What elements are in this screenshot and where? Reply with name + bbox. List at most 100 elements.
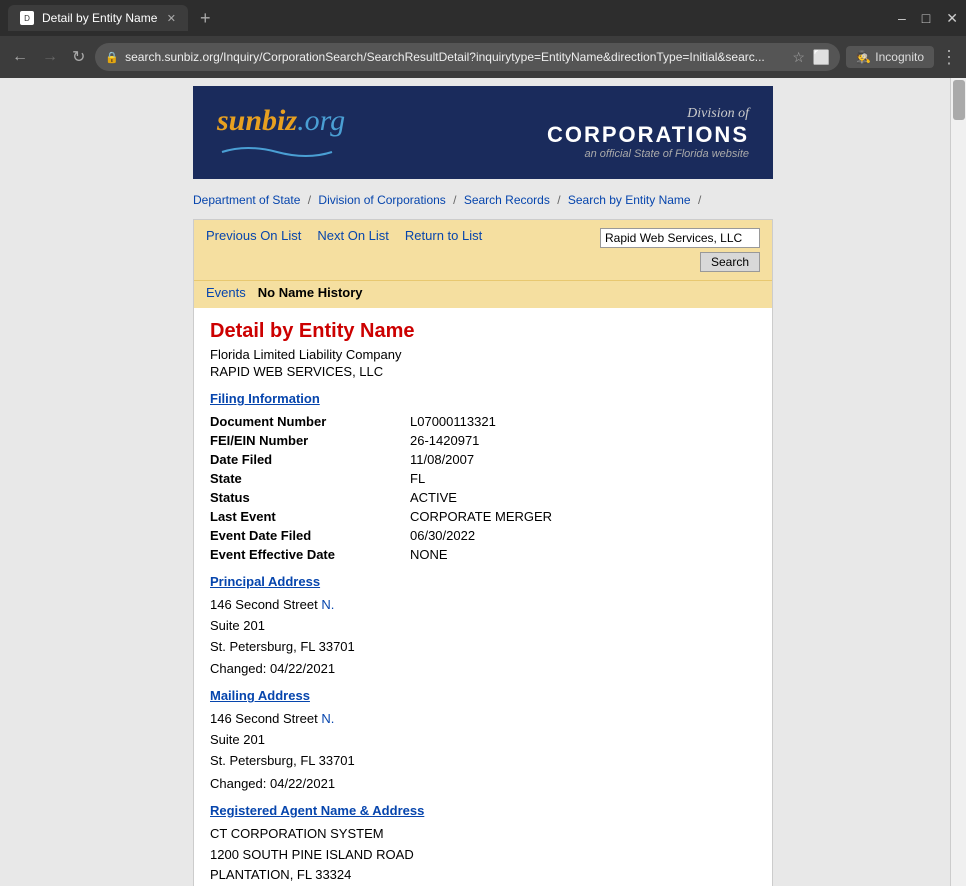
return-to-list-link[interactable]: Return to List	[405, 228, 482, 243]
back-button[interactable]: ←	[8, 44, 32, 70]
field-value: 26-1420971	[410, 431, 756, 450]
new-tab-button[interactable]: +	[200, 8, 211, 29]
breadcrumb-dept-state[interactable]: Department of State	[193, 193, 300, 207]
principal-changed: Changed: 04/22/2021	[210, 661, 756, 676]
window-controls: – □ ✕	[898, 10, 958, 27]
mailing-line1: 146 Second Street N.	[210, 709, 756, 730]
principal-section-title: Principal Address	[210, 574, 756, 589]
field-label: Event Date Filed	[210, 526, 410, 545]
field-label: Date Filed	[210, 450, 410, 469]
sunbiz-dot-org-text: .org	[297, 104, 345, 138]
division-of-text: Division of	[547, 106, 749, 122]
registered-address-block: CT CORPORATION SYSTEM 1200 SOUTH PINE IS…	[210, 824, 756, 886]
field-label: State	[210, 469, 410, 488]
field-value: NONE	[410, 545, 756, 564]
search-button[interactable]: Search	[700, 252, 760, 272]
events-row: Events No Name History	[194, 280, 772, 308]
reload-button[interactable]: ↻	[68, 43, 89, 71]
principal-line1: 146 Second Street N.	[210, 595, 756, 616]
incognito-button[interactable]: 🕵 Incognito	[846, 46, 934, 68]
sunbiz-logo-area: sunbiz .org	[217, 104, 345, 161]
table-row: Last Event CORPORATE MERGER	[210, 507, 756, 526]
field-label: Status	[210, 488, 410, 507]
field-value: 06/30/2022	[410, 526, 756, 545]
browser-titlebar: D Detail by Entity Name ✕ + – □ ✕	[0, 0, 966, 36]
tab-favicon: D	[20, 11, 34, 25]
no-name-history-text: No Name History	[258, 285, 363, 300]
tab-close-icon[interactable]: ✕	[167, 12, 176, 25]
principal-line2: Suite 201	[210, 616, 756, 637]
mailing-n-link[interactable]: N.	[321, 711, 334, 726]
page-content: sunbiz .org Division of CORPORATIONS an …	[83, 78, 883, 886]
mailing-line2: Suite 201	[210, 730, 756, 751]
search-area: Search	[600, 228, 760, 272]
table-row: Date Filed 11/08/2007	[210, 450, 756, 469]
breadcrumb-sep-4: /	[698, 193, 701, 207]
table-row: FEI/EIN Number 26-1420971	[210, 431, 756, 450]
entity-type: Florida Limited Liability Company	[210, 347, 756, 362]
field-label: Document Number	[210, 412, 410, 431]
corporations-text: CORPORATIONS	[547, 122, 749, 148]
registered-line1: CT CORPORATION SYSTEM	[210, 824, 756, 845]
profile-icon[interactable]: ⬜	[813, 49, 830, 66]
close-window-icon[interactable]: ✕	[946, 10, 958, 27]
search-input[interactable]	[600, 228, 760, 248]
mailing-changed: Changed: 04/22/2021	[210, 776, 756, 791]
sunbiz-tagline	[217, 140, 337, 161]
field-value: L07000113321	[410, 412, 756, 431]
star-icon[interactable]: ☆	[792, 49, 805, 66]
maximize-icon[interactable]: □	[922, 10, 930, 27]
sunbiz-right-area: Division of CORPORATIONS an official Sta…	[547, 106, 749, 160]
breadcrumb-sep-2: /	[453, 193, 460, 207]
field-value: ACTIVE	[410, 488, 756, 507]
principal-n-link[interactable]: N.	[321, 597, 334, 612]
address-action-icons: ☆ ⬜	[792, 49, 830, 66]
table-row: Status ACTIVE	[210, 488, 756, 507]
breadcrumb-sep-3: /	[557, 193, 564, 207]
registered-line3: PLANTATION, FL 33324	[210, 865, 756, 886]
sunbiz-wave-graphic	[217, 140, 337, 158]
previous-on-list-link[interactable]: Previous On List	[206, 228, 301, 243]
breadcrumb-div-corp[interactable]: Division of Corporations	[318, 193, 445, 207]
next-on-list-link[interactable]: Next On List	[317, 228, 389, 243]
registered-line2: 1200 SOUTH PINE ISLAND ROAD	[210, 845, 756, 866]
principal-line3: St. Petersburg, FL 33701	[210, 637, 756, 658]
field-label: Last Event	[210, 507, 410, 526]
nav-links: Previous On List Next On List Return to …	[206, 228, 482, 243]
field-label: Event Effective Date	[210, 545, 410, 564]
tab-title: Detail by Entity Name	[42, 11, 157, 25]
official-text: an official State of Florida website	[547, 148, 749, 160]
entity-name: RAPID WEB SERVICES, LLC	[210, 364, 756, 379]
field-value: 11/08/2007	[410, 450, 756, 469]
table-row: State FL	[210, 469, 756, 488]
browser-menu-icon[interactable]: ⋮	[940, 47, 958, 68]
breadcrumb-sep-1: /	[308, 193, 315, 207]
breadcrumb-search-entity[interactable]: Search by Entity Name	[568, 193, 691, 207]
mailing-address-block: 146 Second Street N. Suite 201 St. Peter…	[210, 709, 756, 771]
table-row: Event Date Filed 06/30/2022	[210, 526, 756, 545]
detail-title: Detail by Entity Name	[210, 320, 756, 343]
events-link[interactable]: Events	[206, 285, 246, 300]
incognito-label: Incognito	[875, 50, 924, 64]
sunbiz-logo-text: sunbiz	[217, 104, 297, 138]
forward-button[interactable]: →	[38, 44, 62, 70]
registered-section-title: Registered Agent Name & Address	[210, 803, 756, 818]
main-content-box: Previous On List Next On List Return to …	[193, 219, 773, 886]
address-bar[interactable]: 🔒 search.sunbiz.org/Inquiry/CorporationS…	[95, 43, 840, 71]
browser-tab[interactable]: D Detail by Entity Name ✕	[8, 5, 188, 31]
breadcrumb: Department of State / Division of Corpor…	[193, 189, 773, 211]
address-text: search.sunbiz.org/Inquiry/CorporationSea…	[125, 50, 786, 64]
scrollbar-track[interactable]	[950, 78, 966, 886]
minimize-icon[interactable]: –	[898, 10, 906, 27]
sunbiz-header-banner: sunbiz .org Division of CORPORATIONS an …	[193, 86, 773, 179]
detail-content: Detail by Entity Name Florida Limited Li…	[194, 308, 772, 886]
scrollbar-thumb[interactable]	[953, 80, 965, 120]
mailing-line3: St. Petersburg, FL 33701	[210, 751, 756, 772]
field-value: FL	[410, 469, 756, 488]
navigation-bar: Previous On List Next On List Return to …	[194, 220, 772, 280]
breadcrumb-search-records[interactable]: Search Records	[464, 193, 550, 207]
field-label: FEI/EIN Number	[210, 431, 410, 450]
filing-info-table: Document Number L07000113321 FEI/EIN Num…	[210, 412, 756, 564]
lock-icon: 🔒	[105, 51, 119, 64]
incognito-icon: 🕵	[856, 50, 871, 64]
